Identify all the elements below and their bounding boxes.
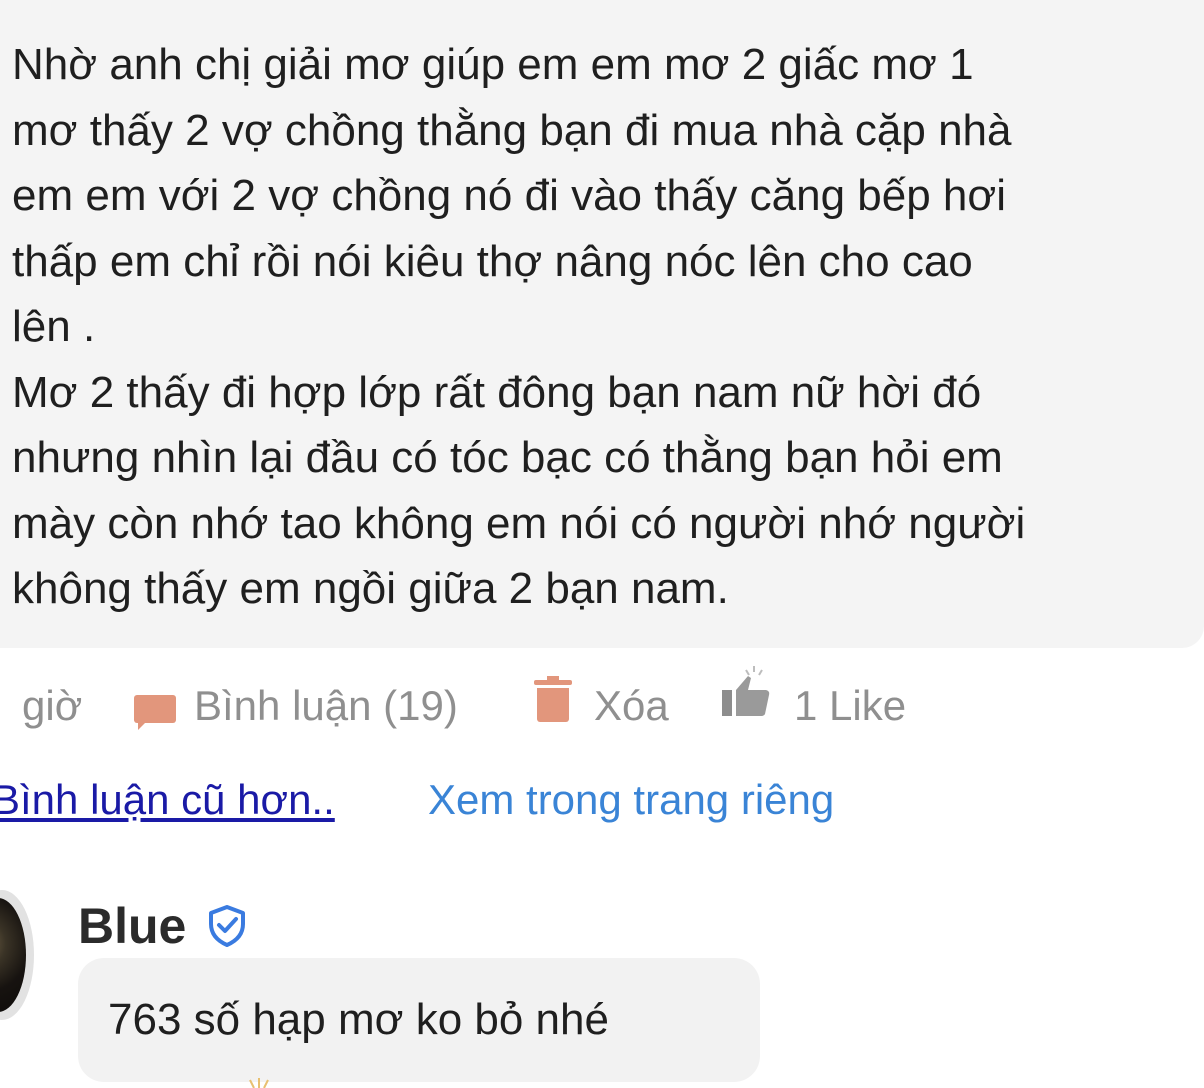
verified-shield-icon xyxy=(209,905,245,947)
avatar[interactable] xyxy=(0,890,34,1020)
thumbs-up-icon xyxy=(722,666,770,716)
like-button-label: 1 Like xyxy=(794,682,907,729)
comment-links: Bình luận cũ hơn.. Xem trong trang riêng xyxy=(0,770,1204,830)
post-bubble: Nhờ anh chị giải mơ giúp em em mơ 2 giấc… xyxy=(0,0,1204,648)
trash-icon xyxy=(534,676,572,722)
comment-icon xyxy=(134,695,176,730)
comment-button-label: Bình luận (19) xyxy=(194,682,458,729)
reply-bubble: 763 số hạp mơ ko bỏ nhé xyxy=(78,958,760,1082)
reply-username[interactable]: Blue xyxy=(78,896,186,956)
delete-button-label: Xóa xyxy=(594,682,669,729)
post-actions-bar: giờ Bình luận (19) Xóa 1 Like xyxy=(0,666,1204,736)
post-text: Nhờ anh chị giải mơ giúp em em mơ 2 giấc… xyxy=(12,40,1026,613)
view-separate-page-link[interactable]: Xem trong trang riêng xyxy=(428,770,834,830)
older-comments-link[interactable]: Bình luận cũ hơn.. xyxy=(0,770,335,830)
like-icon-partial xyxy=(249,1078,269,1088)
post-time: giờ xyxy=(22,682,83,729)
reply-text: 763 số hạp mơ ko bỏ nhé xyxy=(108,995,609,1044)
